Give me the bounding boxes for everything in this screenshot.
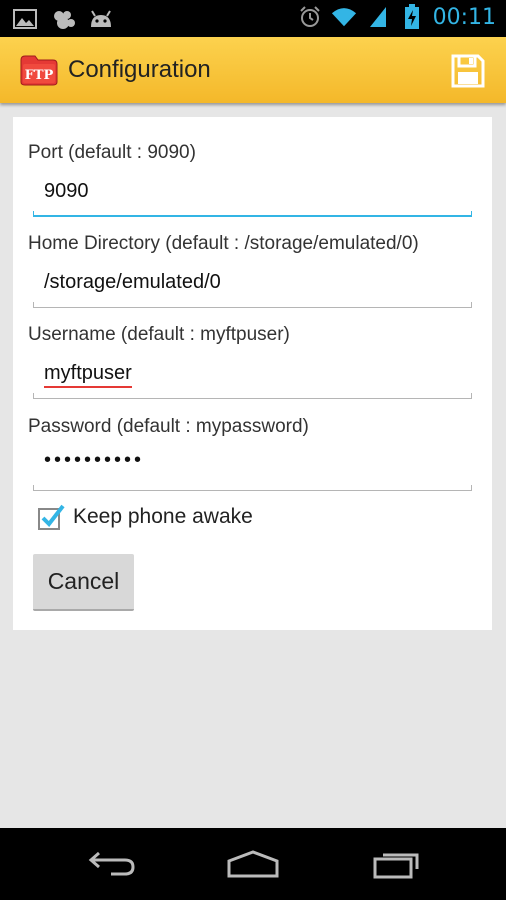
ftp-app-icon: FTP bbox=[19, 54, 59, 86]
configuration-form: Port (default : 9090) 9090 Home Director… bbox=[13, 117, 492, 630]
cancel-button[interactable]: Cancel bbox=[33, 554, 134, 611]
username-value: myftpuser bbox=[44, 362, 132, 388]
keep-awake-label: Keep phone awake bbox=[73, 505, 253, 528]
status-bar: 00:11 bbox=[0, 0, 506, 37]
notification-icons bbox=[12, 6, 114, 32]
system-icons: 00:11 bbox=[297, 4, 496, 30]
home-directory-input[interactable]: /storage/emulated/0 bbox=[33, 264, 472, 308]
port-label: Port (default : 9090) bbox=[28, 142, 196, 163]
recents-icon bbox=[373, 853, 419, 879]
port-input[interactable]: 9090 bbox=[33, 173, 472, 217]
home-button[interactable] bbox=[223, 846, 283, 882]
android-icon bbox=[88, 6, 114, 32]
back-button[interactable] bbox=[82, 846, 142, 882]
back-icon bbox=[88, 851, 135, 876]
username-input[interactable]: myftpuser bbox=[33, 355, 472, 399]
save-button[interactable] bbox=[448, 51, 488, 91]
gallery-icon bbox=[12, 6, 38, 32]
input-underline bbox=[33, 485, 472, 491]
save-icon bbox=[451, 54, 485, 88]
keep-awake-checkbox[interactable] bbox=[37, 503, 65, 531]
input-underline bbox=[33, 302, 472, 308]
password-label: Password (default : mypassword) bbox=[28, 416, 309, 437]
clock: 00:11 bbox=[432, 4, 496, 30]
port-value: 9090 bbox=[44, 180, 89, 202]
battery-charging-icon bbox=[399, 4, 425, 30]
home-icon bbox=[227, 850, 279, 878]
recents-button[interactable] bbox=[366, 846, 426, 882]
keep-awake-row[interactable]: Keep phone awake bbox=[37, 503, 253, 531]
password-value: •••••••••• bbox=[44, 449, 145, 471]
username-label: Username (default : myftpuser) bbox=[28, 324, 290, 345]
signal-icon bbox=[365, 4, 391, 30]
input-underline bbox=[33, 393, 472, 399]
alarm-icon bbox=[297, 4, 323, 30]
checkmark-icon bbox=[38, 504, 65, 530]
input-underline bbox=[33, 211, 472, 217]
wifi-icon bbox=[331, 4, 357, 30]
page-title: Configuration bbox=[68, 56, 211, 83]
password-input[interactable]: •••••••••• bbox=[33, 447, 472, 491]
app-icon-label: FTP bbox=[25, 68, 54, 83]
home-directory-label: Home Directory (default : /storage/emula… bbox=[28, 233, 419, 254]
picasa-icon bbox=[50, 6, 76, 32]
navigation-bar bbox=[0, 828, 506, 900]
action-bar: FTP Configuration bbox=[0, 37, 506, 103]
home-directory-value: /storage/emulated/0 bbox=[44, 271, 221, 293]
